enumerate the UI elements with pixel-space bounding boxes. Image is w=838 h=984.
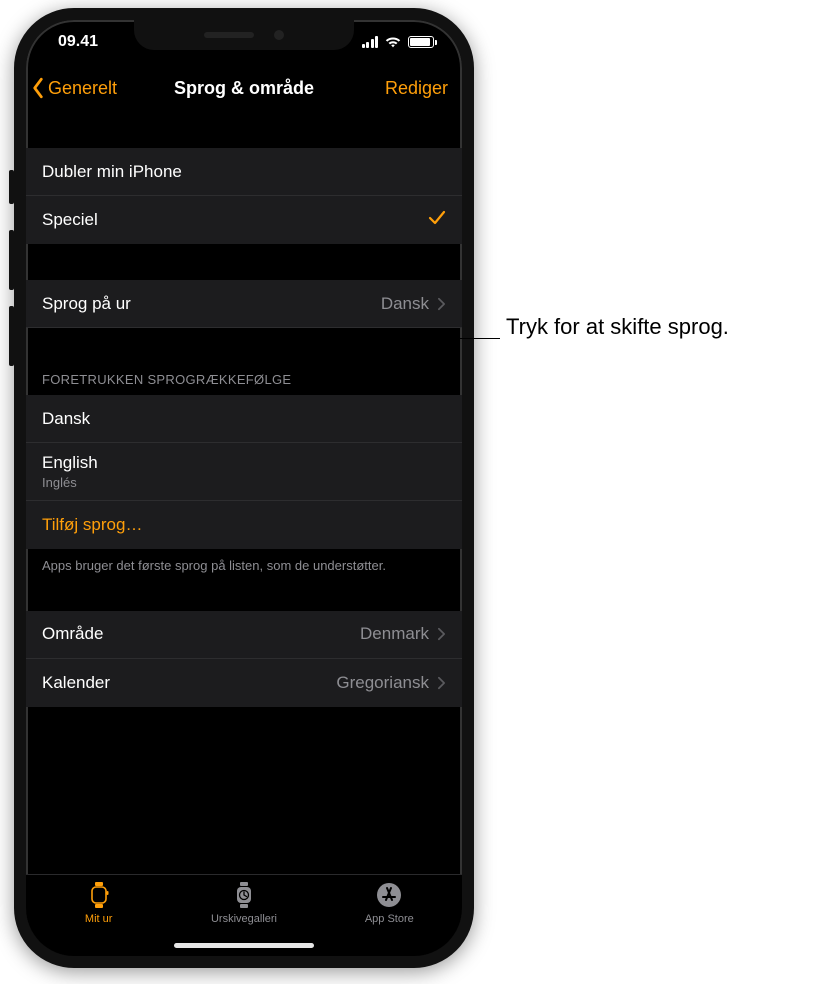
row-custom[interactable]: Speciel — [26, 196, 462, 244]
preferred-languages-group: Dansk English Inglés Tilføj sprog… — [26, 395, 462, 549]
row-value: Gregoriansk — [336, 673, 429, 693]
row-label: Område — [42, 624, 103, 644]
row-add-language[interactable]: Tilføj sprog… — [26, 501, 462, 549]
phone-side-button — [9, 230, 14, 290]
battery-icon — [408, 36, 434, 48]
region-group: Område Denmark Kalender Gregoriansk — [26, 611, 462, 707]
row-language-dansk[interactable]: Dansk — [26, 395, 462, 443]
chevron-right-icon — [437, 297, 446, 311]
tab-bar: Mit ur Urskivegalleri App S — [26, 874, 462, 956]
row-value: Denmark — [360, 624, 429, 644]
callout-leader-line — [420, 338, 500, 339]
row-calendar[interactable]: Kalender Gregoriansk — [26, 659, 462, 707]
lang-main: Dansk — [42, 409, 90, 429]
home-indicator[interactable] — [174, 943, 314, 948]
wifi-icon — [384, 35, 402, 49]
watch-icon — [88, 881, 110, 909]
row-label: Speciel — [42, 210, 98, 230]
back-label: Generelt — [48, 78, 117, 99]
row-label: Sprog på ur — [42, 294, 131, 314]
page-title: Sprog & område — [174, 78, 314, 99]
phone-frame: 09.41 Generelt Sprog & område Rediger D — [14, 8, 474, 968]
lang-sub: Inglés — [42, 475, 77, 490]
edit-button[interactable]: Rediger — [385, 78, 448, 99]
chevron-right-icon — [437, 627, 446, 641]
chevron-left-icon — [30, 77, 46, 99]
callout-text: Tryk for at skifte sprog. — [506, 314, 729, 340]
settings-content: Dubler min iPhone Speciel Sprog på ur Da… — [26, 112, 462, 874]
status-time: 09.41 — [50, 33, 98, 51]
row-mirror-iphone[interactable]: Dubler min iPhone — [26, 148, 462, 196]
lang-main: English — [42, 453, 98, 473]
preferred-footer: Apps bruger det første sprog på listen, … — [26, 549, 462, 579]
cellular-signal-icon — [362, 36, 379, 48]
tab-label: App Store — [365, 913, 414, 925]
notch — [134, 20, 354, 50]
row-value: Dansk — [381, 294, 429, 314]
tab-my-watch[interactable]: Mit ur — [27, 881, 171, 956]
checkmark-icon — [428, 210, 446, 231]
row-language-english[interactable]: English Inglés — [26, 443, 462, 501]
phone-side-button — [9, 170, 14, 204]
row-label: Kalender — [42, 673, 110, 693]
chevron-right-icon — [437, 676, 446, 690]
row-watch-language[interactable]: Sprog på ur Dansk — [26, 280, 462, 328]
row-label: Dubler min iPhone — [42, 162, 182, 182]
mirror-group: Dubler min iPhone Speciel — [26, 148, 462, 244]
tab-app-store[interactable]: App Store — [317, 881, 461, 956]
app-store-icon — [376, 881, 402, 909]
tab-label: Urskivegalleri — [211, 913, 277, 925]
back-button[interactable]: Generelt — [30, 77, 117, 99]
preferred-header: FORETRUKKEN SPROGRÆKKEFØLGE — [26, 364, 462, 395]
nav-bar: Generelt Sprog & område Rediger — [26, 64, 462, 112]
add-language-label: Tilføj sprog… — [42, 515, 142, 535]
phone-side-button — [9, 306, 14, 366]
watch-face-icon — [233, 881, 255, 909]
tab-label: Mit ur — [85, 913, 113, 925]
row-region[interactable]: Område Denmark — [26, 611, 462, 659]
